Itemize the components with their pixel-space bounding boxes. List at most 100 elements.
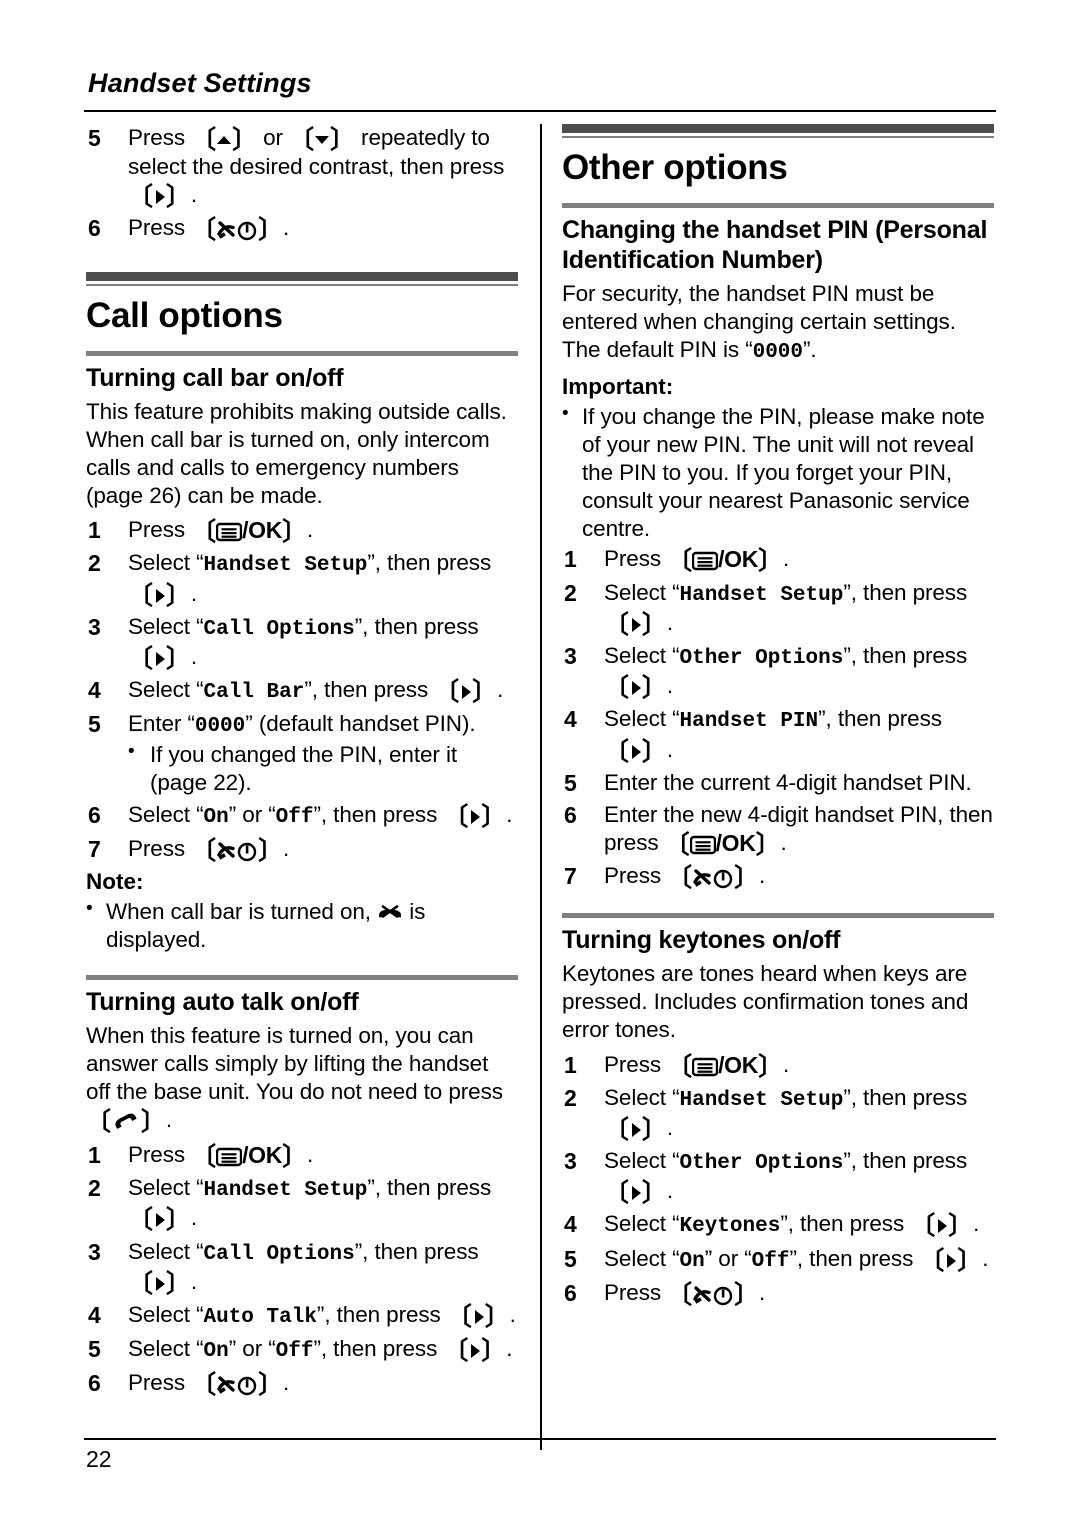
lcd-term: Off xyxy=(751,1249,790,1273)
step-text: Press 〔/OK〕. xyxy=(604,1051,790,1081)
step-number: 4 xyxy=(564,1211,577,1238)
lcd-term-quote: ” xyxy=(354,613,363,639)
section-rule xyxy=(86,350,518,356)
step-item: 1 Press 〔/OK〕. xyxy=(562,545,994,574)
key-token: 〔〕 xyxy=(191,837,283,866)
power-off-key-icon xyxy=(216,219,258,241)
lcd-term: Handset Setup xyxy=(679,1088,844,1112)
lcd-term-quote: ” xyxy=(228,1336,237,1362)
important-label: Important: xyxy=(562,373,674,399)
step-text: Select “Other Options”, then press 〔〕. xyxy=(604,1148,968,1208)
lcd-term-quote: ” xyxy=(367,550,375,576)
section-title: Changing the handset PIN (Personal Ident… xyxy=(562,216,988,275)
lcd-term: Handset PIN xyxy=(679,710,819,734)
chapter-rule-thick xyxy=(562,124,994,133)
lcd-term-quote: ” xyxy=(313,1336,321,1362)
key-token: 〔〕 xyxy=(191,1371,283,1400)
key-token: 〔〕 xyxy=(86,1107,166,1136)
step-item: 4 Select “Call Bar”, then press 〔〕. xyxy=(86,676,518,706)
right-arrow-key-icon xyxy=(629,679,642,697)
lcd-term-quote: “ xyxy=(745,337,753,363)
step-text: Select “Auto Talk”, then press 〔〕. xyxy=(128,1301,516,1331)
right-arrow-key-icon xyxy=(153,1275,166,1293)
step-text: Enter “0000” (default handset PIN). xyxy=(128,711,476,739)
footer-rule xyxy=(84,1438,996,1440)
step-text: Press 〔〕. xyxy=(604,863,766,893)
key-token-menu-ok: 〔/OK〕 xyxy=(191,517,307,547)
menu-ok-key-icon xyxy=(216,1147,243,1167)
lcd-term: 0000 xyxy=(752,341,804,365)
step-text: Select “Other Options”, then press 〔〕. xyxy=(604,642,968,703)
right-arrow-key-icon xyxy=(629,616,642,634)
key-token: 〔〕 xyxy=(434,678,498,707)
step-number: 1 xyxy=(88,517,101,544)
bullet-item: If you changed the PIN, enter it (page 2… xyxy=(128,740,518,797)
manual-page: Handset Settings 5 Press 〔〕 or 〔〕 repeate… xyxy=(0,0,1080,1528)
key-token: 〔〕 xyxy=(667,1280,759,1309)
key-token: 〔〕 xyxy=(604,674,667,703)
step-number: 4 xyxy=(88,677,101,704)
key-token: 〔〕 xyxy=(128,183,191,212)
section-block: Turning auto talk on/off When this featur… xyxy=(86,974,518,1400)
key-token: 〔〕 xyxy=(128,1269,191,1298)
right-arrow-key-icon xyxy=(629,1184,642,1202)
step-number: 2 xyxy=(564,579,577,606)
lcd-term-quote: “ xyxy=(187,711,195,737)
key-token: 〔〕 xyxy=(289,126,355,154)
running-head: Handset Settings xyxy=(88,68,312,98)
chapter-block: Call options xyxy=(86,271,518,335)
lcd-term: Handset Setup xyxy=(203,554,368,578)
right-arrow-key-icon xyxy=(459,683,472,701)
lcd-term-quote: “ xyxy=(196,1175,204,1201)
step-item: 3 Select “Other Options”, then press 〔〕. xyxy=(562,1147,994,1206)
step-bullet-list: If you changed the PIN, enter it (page 2… xyxy=(128,740,518,797)
lcd-term-quote: ” xyxy=(304,677,312,703)
step-item: 6 Enter the new 4-digit handset PIN, then… xyxy=(562,801,994,858)
step-number: 6 xyxy=(88,801,101,828)
lcd-term-quote: “ xyxy=(744,1245,752,1271)
menu-ok-key-icon xyxy=(692,1057,719,1077)
step-list: 1 Press 〔/OK〕. 2 Select “Handset Setup”, th… xyxy=(86,516,518,864)
note-bullet-list: When call bar is turned on, is displayed… xyxy=(86,897,518,954)
chapter-rule-thick xyxy=(86,271,518,281)
lcd-term-quote: ” xyxy=(228,801,237,827)
section-title: Turning call bar on/off xyxy=(86,363,344,392)
step-item: 7 Press 〔〕. xyxy=(86,835,518,864)
step-item: 5 Enter the current 4-digit handset PIN. xyxy=(562,769,994,797)
lcd-term-quote: “ xyxy=(268,1336,276,1362)
lcd-term-quote: ” xyxy=(803,337,811,363)
step-item: 5 Press 〔〕 or 〔〕 repeatedly to select the… xyxy=(86,124,518,210)
step-number: 6 xyxy=(564,801,577,828)
section-block: Changing the handset PIN (Personal Ident… xyxy=(562,203,994,891)
menu-ok-key-icon xyxy=(692,551,719,571)
page-number: 22 xyxy=(86,1446,112,1472)
lcd-term-quote: ” xyxy=(367,1175,375,1201)
lcd-term-quote: ” xyxy=(843,642,851,668)
key-token: 〔〕 xyxy=(191,216,283,245)
key-token: 〔〕 xyxy=(604,1115,667,1144)
step-item: 5 Select “On” or “Off”, then press 〔〕. xyxy=(562,1245,994,1275)
step-number: 5 xyxy=(88,711,101,738)
lcd-term-quote: ” xyxy=(789,1245,797,1271)
lcd-term-quote: ” xyxy=(704,1245,713,1271)
step-item: 4 Select “Keytones”, then press 〔〕. xyxy=(562,1210,994,1240)
lcd-term: Handset Setup xyxy=(679,583,844,607)
step-text: Press 〔〕. xyxy=(128,215,290,245)
key-token: 〔〕 xyxy=(128,644,191,673)
continued-steps: 5 Press 〔〕 or 〔〕 repeatedly to select the… xyxy=(86,124,518,244)
lcd-term: Call Bar xyxy=(203,681,305,705)
step-text: Press 〔〕. xyxy=(604,1279,766,1309)
right-arrow-key-icon xyxy=(935,1217,948,1235)
step-number: 2 xyxy=(88,1175,101,1202)
bullet-item: If you change the PIN, please make note … xyxy=(562,402,994,544)
step-number: 6 xyxy=(564,1279,577,1306)
step-list: 1 Press 〔/OK〕. 2 Select “Handset Setup”, th… xyxy=(562,1051,994,1309)
lcd-term-quote: ” xyxy=(780,1211,788,1237)
lcd-term: On xyxy=(203,805,229,829)
step-number: 3 xyxy=(88,613,101,640)
lcd-term-quote: ” xyxy=(843,1148,851,1174)
step-number: 5 xyxy=(88,1336,101,1363)
step-item: 2 Select “Handset Setup”, then press 〔〕. xyxy=(562,1084,994,1143)
step-number: 5 xyxy=(564,769,577,796)
step-number: 1 xyxy=(564,1051,577,1078)
